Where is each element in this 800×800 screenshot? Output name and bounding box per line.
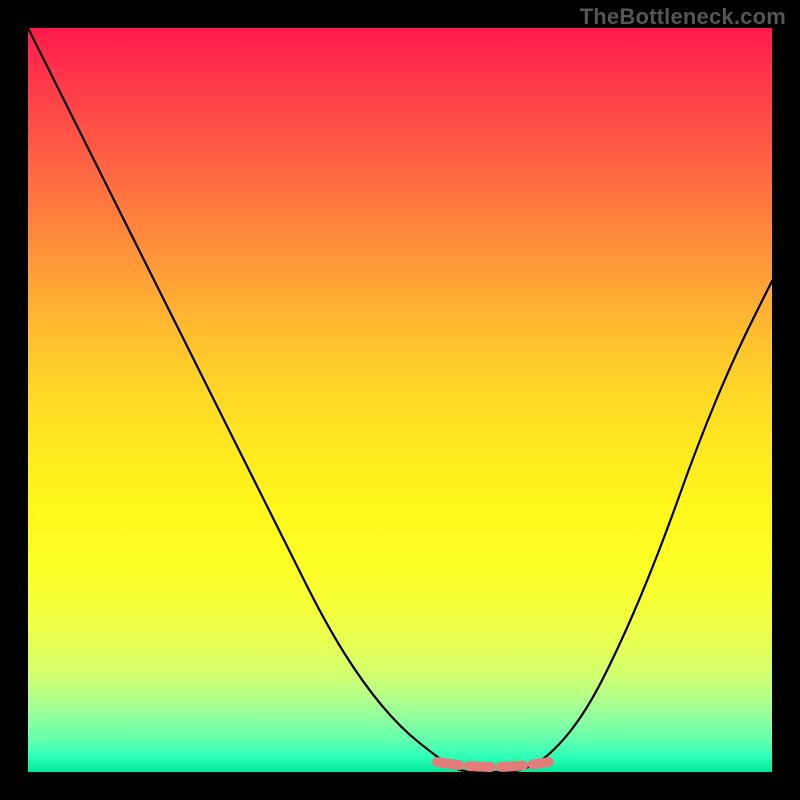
chart-frame: TheBottleneck.com [0,0,800,800]
watermark-text: TheBottleneck.com [580,4,786,30]
bottleneck-curve [28,28,772,772]
plot-area [28,28,772,772]
